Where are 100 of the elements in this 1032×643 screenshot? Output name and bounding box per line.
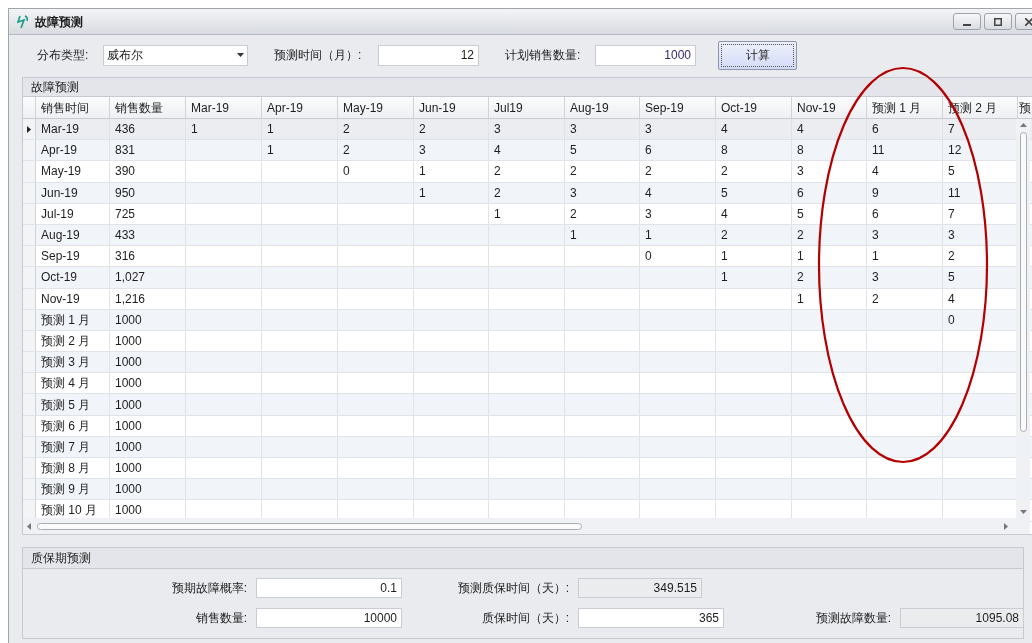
table-cell-text: 4 [645, 184, 652, 202]
table-cell-text: 1000 [115, 375, 142, 393]
table-cell-text: 1000 [115, 460, 142, 478]
vertical-scrollbar[interactable] [1016, 119, 1030, 518]
table-row[interactable]: Sep-19 316 0 1 1 1 2 [23, 246, 1032, 268]
scroll-left-icon[interactable] [27, 522, 31, 530]
table-cell-text: 3 [419, 142, 426, 160]
table-cell-text: 1,216 [115, 290, 146, 308]
dropdown-value: 威布尔 [107, 47, 144, 64]
row-header[interactable] [23, 119, 36, 140]
column-header[interactable]: Jun-19 [414, 97, 489, 118]
table-cell-text: 5 [721, 184, 728, 202]
table-cell-text: Apr-19 [41, 142, 78, 160]
table-cell-text: Jun-19 [41, 184, 78, 202]
readonly-field[interactable]: 1095.08 [900, 608, 1024, 628]
table-cell-text: 950 [115, 184, 136, 202]
table-row[interactable]: 预测 8 月 1000 [23, 458, 1032, 480]
table-cell-text: 1000 [115, 481, 142, 499]
scrollbar-thumb[interactable] [1019, 132, 1027, 432]
table-row[interactable]: 预测 4 月 1000 [23, 373, 1032, 395]
readonly-field[interactable]: 349.515 [578, 578, 702, 598]
group-title: 故障预测 [31, 79, 79, 96]
table-cell-text: 3 [797, 163, 804, 181]
table-cell-text: 2 [872, 290, 879, 308]
table-cell-text: 3 [872, 227, 879, 245]
table-cell-text: 4 [948, 290, 955, 308]
column-header[interactable]: 销售时间 [36, 97, 110, 118]
table-cell-text: 1 [494, 205, 501, 223]
table-cell-text: 5 [570, 142, 577, 160]
distribution-dropdown[interactable]: 威布尔 [103, 44, 248, 66]
months-input[interactable]: 12 [378, 44, 479, 66]
table-cell-text: Sep-19 [41, 248, 80, 266]
table-cell-text: 预测 3 月 [41, 354, 91, 372]
calculate-button[interactable]: 计算 [718, 40, 797, 70]
column-header[interactable]: May-19 [338, 97, 414, 118]
scroll-right-icon[interactable] [1004, 522, 1008, 530]
table-cell-text: 6 [645, 142, 652, 160]
table-cell-text: 0 [645, 248, 652, 266]
input-field[interactable]: 0.1 [256, 578, 402, 598]
table-cell-text: 2 [419, 121, 426, 139]
table-cell-text: 433 [115, 227, 136, 245]
minimize-button[interactable] [953, 13, 981, 30]
column-header[interactable]: 预 [1018, 97, 1032, 118]
table-cell-text: 1 [267, 142, 274, 160]
input-field[interactable]: 365 [578, 608, 724, 628]
table-row[interactable]: Mar-19 436 1 1 2 2 3 3 3 4 4 6 7 [23, 119, 1032, 141]
plan-quantity-input[interactable]: 1000 [595, 44, 696, 66]
table-row[interactable]: Apr-19 831 1 2 3 4 5 6 8 8 11 12 [23, 140, 1032, 162]
table-row[interactable]: 预测 9 月 1000 [23, 479, 1032, 501]
column-header[interactable]: Aug-19 [565, 97, 640, 118]
field-label: 销售数量: [194, 610, 248, 627]
table-cell-text: Jul-19 [41, 205, 74, 223]
table-cell-text: 8 [721, 142, 728, 160]
scroll-down-icon[interactable] [1019, 510, 1027, 514]
table-row[interactable]: 预测 3 月 1000 [23, 352, 1032, 374]
group-title: 质保期预测 [31, 550, 91, 567]
table-cell-text: 11 [948, 184, 961, 202]
table-cell-text: 2 [494, 163, 501, 181]
table-cell-text: 1 [191, 121, 198, 139]
maximize-button[interactable] [984, 13, 1012, 30]
field-label: 预测故障数量: [814, 610, 892, 627]
table-cell-text: 7 [948, 121, 955, 139]
table-cell-text: 2 [343, 121, 350, 139]
table-cell-text: 3 [570, 121, 577, 139]
input-field[interactable]: 10000 [256, 608, 402, 628]
column-header[interactable]: Nov-19 [792, 97, 867, 118]
window-title: 故障预测 [35, 13, 83, 31]
column-header[interactable]: Oct-19 [716, 97, 792, 118]
table-cell-text: 2 [797, 269, 804, 287]
field-label: 预测质保时间（天）: [456, 580, 570, 597]
table-cell-text: 5 [948, 163, 955, 181]
table-cell-text: 3 [645, 205, 652, 223]
table-cell-text: 1000 [115, 332, 142, 350]
table-row[interactable]: Oct-19 1,027 1 2 3 5 [23, 267, 1032, 289]
horizontal-scrollbar[interactable] [23, 518, 1030, 534]
table-cell-text: 2 [948, 248, 955, 266]
table-cell-text: 11 [872, 142, 885, 160]
column-header[interactable]: Mar-19 [186, 97, 262, 118]
table-cell-text: 5 [797, 205, 804, 223]
app-logo-icon [17, 14, 29, 29]
table-row[interactable]: 预测 5 月 1000 [23, 394, 1032, 416]
table-cell-text: 6 [872, 205, 879, 223]
table-cell-text: 2 [343, 142, 350, 160]
column-header[interactable]: Jul19 [489, 97, 565, 118]
table-cell-text: Mar-19 [41, 121, 79, 139]
scrollbar-thumb[interactable] [37, 522, 582, 530]
table-cell-text: 4 [797, 121, 804, 139]
column-header[interactable]: 销售数量 [110, 97, 186, 118]
table-cell-text: 预测 8 月 [41, 460, 91, 478]
table-cell-text: 1 [419, 184, 426, 202]
table-cell-text: 12 [948, 142, 962, 160]
scroll-up-icon[interactable] [1019, 123, 1027, 127]
table-cell-text: 预测 10 月 [41, 502, 97, 520]
table-cell-text: 3 [948, 227, 955, 245]
column-header[interactable]: Apr-19 [262, 97, 338, 118]
table-cell-text: 1 [645, 227, 652, 245]
column-header[interactable]: Sep-19 [640, 97, 716, 118]
table-row[interactable]: May-19 390 0 1 2 2 2 2 3 4 5 [23, 161, 1032, 183]
table-cell-text: 1000 [115, 396, 142, 414]
column-header[interactable]: 预测 1 月 [867, 97, 943, 118]
